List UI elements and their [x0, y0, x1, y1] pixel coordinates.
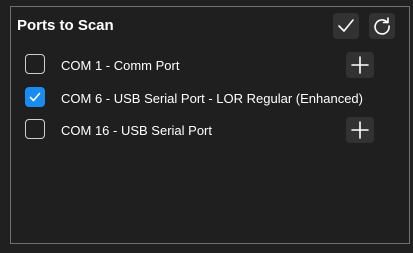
port-label: COM 1 - Comm Port — [61, 58, 180, 73]
select-all-button[interactable] — [333, 13, 359, 39]
port-label: COM 6 - USB Serial Port - LOR Regular (E… — [61, 91, 363, 106]
port-label: COM 16 - USB Serial Port — [61, 123, 212, 138]
plus-icon — [351, 121, 369, 139]
add-port-button[interactable] — [346, 52, 374, 78]
ports-to-scan-panel: Ports to Scan COM 1 - Comm Port COM 6 - … — [10, 6, 410, 244]
checkmark-icon — [29, 92, 41, 102]
check-icon — [338, 19, 354, 32]
add-port-button[interactable] — [346, 117, 374, 143]
refresh-icon — [374, 17, 390, 35]
port-checkbox[interactable] — [25, 87, 45, 107]
port-row: COM 6 - USB Serial Port - LOR Regular (E… — [11, 83, 409, 113]
port-row: COM 1 - Comm Port — [11, 50, 409, 80]
port-checkbox[interactable] — [25, 54, 45, 74]
port-row: COM 16 - USB Serial Port — [11, 115, 409, 145]
panel-title: Ports to Scan — [17, 17, 114, 34]
panel-header: Ports to Scan — [11, 7, 409, 43]
plus-icon — [351, 56, 369, 74]
refresh-button[interactable] — [369, 13, 395, 39]
port-checkbox[interactable] — [25, 119, 45, 139]
